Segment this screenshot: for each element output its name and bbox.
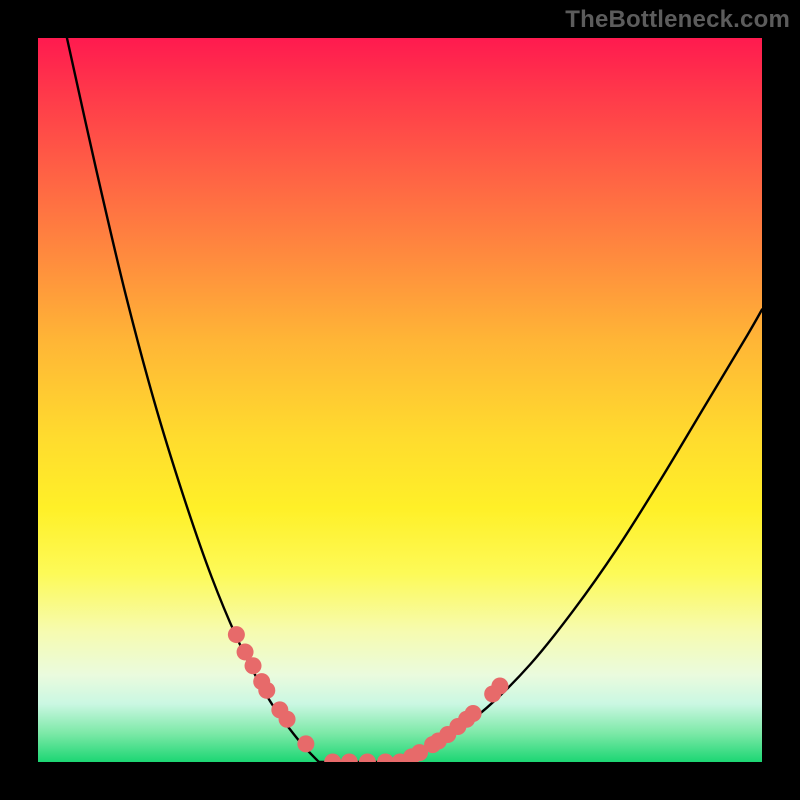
bead-left-beads <box>297 735 314 752</box>
chart-svg <box>38 38 762 762</box>
bead-left-beads <box>341 754 358 763</box>
plot-area <box>38 38 762 762</box>
curve-right-curve <box>400 310 762 763</box>
bead-left-beads <box>258 682 275 699</box>
bead-left-beads <box>245 657 262 674</box>
curve-left-curve <box>67 38 319 762</box>
bead-right-beads <box>465 705 482 722</box>
watermark-text: TheBottleneck.com <box>565 6 790 34</box>
bead-left-beads <box>359 754 376 763</box>
chart-container: TheBottleneck.com <box>0 0 800 800</box>
bead-left-beads <box>279 711 296 728</box>
bead-left-beads <box>228 626 245 643</box>
bead-right-beads <box>491 677 508 694</box>
bead-left-beads <box>324 754 341 763</box>
bead-left-beads <box>377 754 394 763</box>
